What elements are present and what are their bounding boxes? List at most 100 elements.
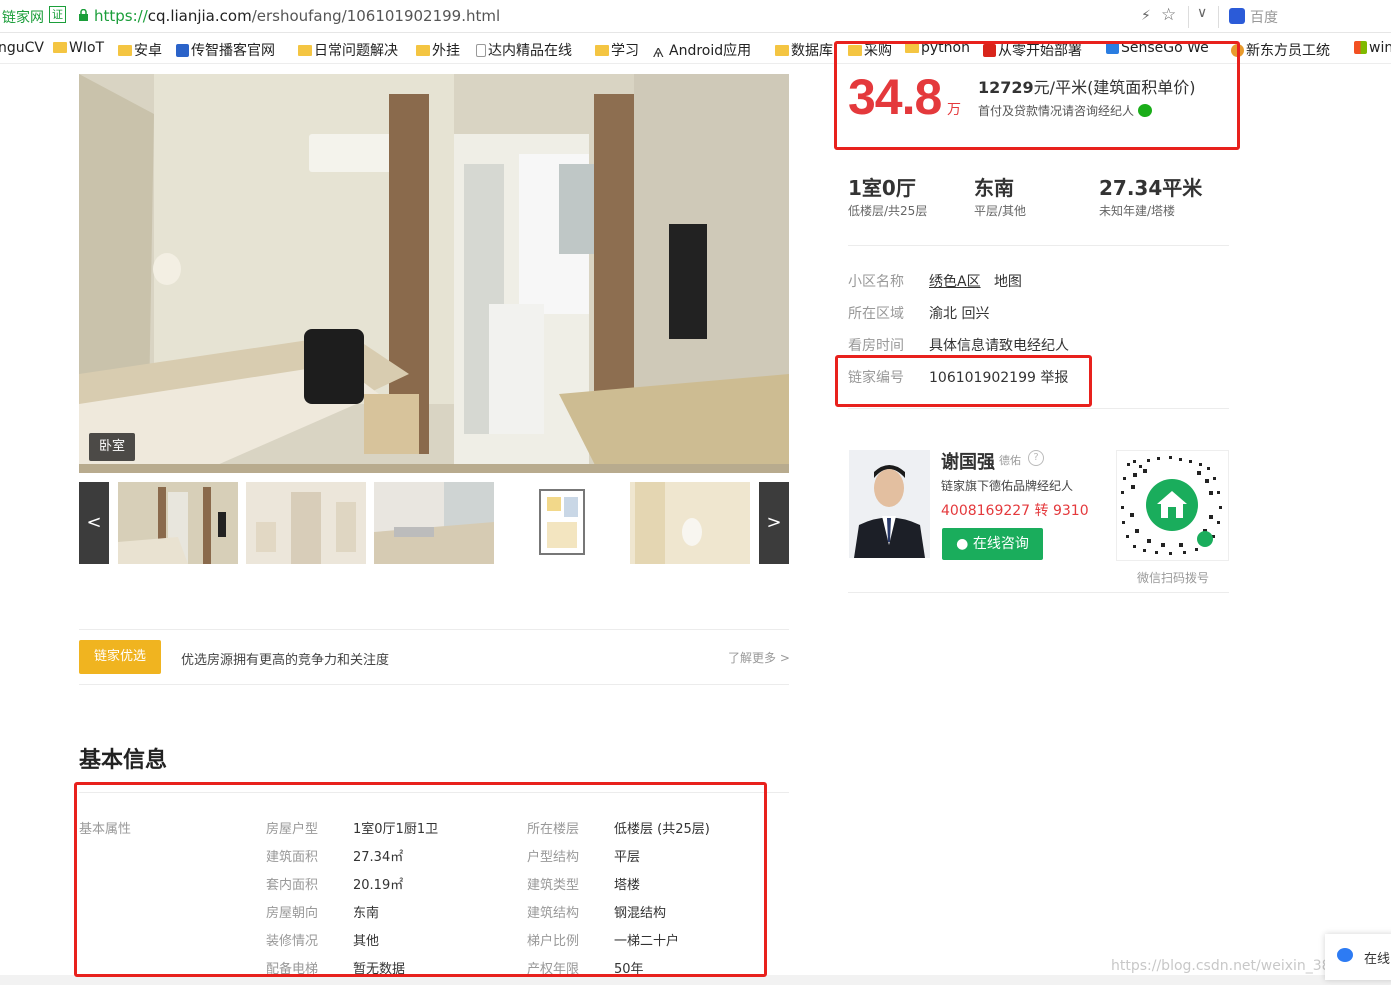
bookmark-label: nguCV	[0, 40, 44, 56]
bookmark-label: 学习	[611, 43, 639, 59]
bookmark-label: 日常问题解决	[314, 43, 398, 59]
map-link[interactable]: 地图	[994, 274, 1022, 290]
lock-icon	[79, 9, 88, 21]
bookmark-label: win	[1369, 40, 1391, 56]
bookmark-item[interactable]: 达内精品在线	[476, 40, 572, 60]
search-engine-label[interactable]: 百度	[1250, 7, 1278, 27]
agent-brand-tag: 德佑	[999, 454, 1021, 467]
bookmark-item[interactable]: WIoT	[53, 40, 104, 56]
thumbnail-bedroom	[118, 482, 238, 564]
bookmark-item[interactable]: nguCV	[0, 40, 44, 56]
thumbnail-floorplan	[502, 482, 622, 564]
community-value: 绣色A区 地图	[929, 271, 1022, 291]
photo-thumbnail[interactable]	[502, 482, 622, 564]
certificate-badge[interactable]: 证	[49, 6, 66, 23]
wechat-qr-code[interactable]	[1116, 450, 1229, 561]
annotation-box-listing-id	[835, 355, 1092, 407]
community-link[interactable]: 绣色A区	[929, 274, 981, 290]
divider	[848, 408, 1229, 409]
visit-time-value: 具体信息请致电经纪人	[929, 338, 1069, 354]
fact-layout-sub: 低楼层/共25层	[848, 204, 928, 218]
bookmark-label: 新东方员工统	[1246, 43, 1330, 59]
folder-icon	[416, 45, 430, 56]
chuanzhi-icon	[176, 44, 189, 57]
url-input[interactable]: https://cq.lianjia.com/ershoufang/106101…	[94, 7, 500, 25]
fact-orientation: 东南	[974, 176, 1014, 200]
room-label: 卧室	[89, 433, 135, 461]
bookmark-star-icon[interactable]: ☆	[1161, 5, 1176, 25]
youxuan-badge: 链家优选	[79, 640, 161, 674]
online-consult-button[interactable]: ● 在线咨询	[942, 528, 1043, 560]
chat-bubble-icon: ●	[956, 536, 973, 552]
divider	[79, 684, 789, 685]
divider	[1218, 6, 1219, 28]
bookmark-item[interactable]: 新东方员工统	[1231, 40, 1330, 60]
bookmark-label: Android应用	[669, 43, 752, 59]
thumbnail-hallway	[246, 482, 366, 564]
bolt-icon[interactable]: ⚡	[1141, 8, 1151, 24]
thumbnail-kitchen	[374, 482, 494, 564]
bookmark-label: 达内精品在线	[488, 43, 572, 59]
bookmark-label: 安卓	[134, 43, 162, 59]
android-icon: Ѧ	[653, 46, 664, 60]
thumbnail-bathroom	[630, 482, 750, 564]
divider	[1188, 6, 1189, 28]
learn-more-link[interactable]: 了解更多 >	[728, 649, 790, 666]
fact-orientation-sub: 平层/其他	[974, 204, 1027, 218]
floating-chat-label: 在线	[1364, 952, 1391, 967]
divider	[79, 629, 789, 630]
help-icon[interactable]: ?	[1028, 450, 1044, 466]
bookmark-item[interactable]: Ѧ Android应用	[653, 40, 751, 60]
bookmark-item[interactable]: 外挂	[416, 40, 460, 60]
bookmark-label: 传智播客官网	[191, 43, 275, 59]
community-label: 小区名称	[848, 274, 904, 290]
youxuan-text: 优选房源拥有更高的竞争力和关注度	[181, 653, 390, 668]
agent-avatar[interactable]	[849, 450, 930, 558]
fact-area-sub: 未知年建/塔楼	[1099, 204, 1176, 218]
chevron-down-icon[interactable]: ∨	[1197, 5, 1207, 21]
chat-icon	[1337, 948, 1353, 962]
browser-address-bar: 链家网 证 https://cq.lianjia.com/ershoufang/…	[0, 0, 1391, 33]
area-label: 所在区域	[848, 306, 904, 322]
basic-info-title: 基本信息	[79, 748, 168, 773]
agent-portrait	[849, 450, 930, 558]
photo-thumbnail[interactable]	[374, 482, 494, 564]
visit-time-label: 看房时间	[848, 338, 904, 354]
photo-thumbnail[interactable]	[246, 482, 366, 564]
bookmark-label: 数据库	[791, 43, 833, 59]
bedroom-photo	[79, 74, 789, 473]
bookmark-item[interactable]: 数据库	[775, 40, 833, 60]
page-icon	[476, 44, 486, 57]
fact-area: 27.34平米	[1099, 176, 1203, 200]
folder-icon	[298, 45, 312, 56]
url-path: /ershoufang/106101902199.html	[251, 7, 501, 25]
floating-chat-button[interactable]: 在线	[1325, 934, 1391, 980]
windows-icon	[1354, 41, 1367, 54]
next-photo-button[interactable]: >	[759, 482, 789, 564]
photo-thumbnail[interactable]	[630, 482, 750, 564]
folder-icon	[53, 42, 67, 53]
bookmark-item[interactable]: win	[1354, 40, 1391, 56]
main-photo[interactable]	[79, 74, 789, 473]
bookmark-item[interactable]: 日常问题解决	[298, 40, 398, 60]
qr-code-icon	[1121, 456, 1222, 555]
consult-label: 在线咨询	[972, 536, 1029, 552]
bookmark-label: WIoT	[69, 40, 105, 56]
url-scheme: https://	[94, 7, 148, 25]
folder-icon	[118, 45, 132, 56]
folder-icon	[595, 45, 609, 56]
bookmark-item[interactable]: 传智播客官网	[176, 40, 275, 60]
agent-name[interactable]: 谢国强	[941, 448, 995, 474]
prev-photo-button[interactable]: <	[79, 482, 109, 564]
site-badge: 链家网	[2, 10, 44, 26]
bookmark-item[interactable]: 安卓	[118, 40, 162, 60]
divider	[848, 592, 1229, 593]
photo-thumbnail[interactable]	[118, 482, 238, 564]
agent-phone[interactable]: 4008169227 转 9310	[941, 500, 1089, 520]
area-value[interactable]: 渝北 回兴	[929, 303, 989, 323]
folder-icon	[775, 45, 789, 56]
agent-brand-desc: 链家旗下德佑品牌经纪人	[941, 479, 1074, 493]
fact-layout: 1室0厅	[848, 176, 916, 200]
bookmark-item[interactable]: 学习	[595, 40, 639, 60]
qr-caption: 微信扫码拨号	[1137, 571, 1210, 585]
